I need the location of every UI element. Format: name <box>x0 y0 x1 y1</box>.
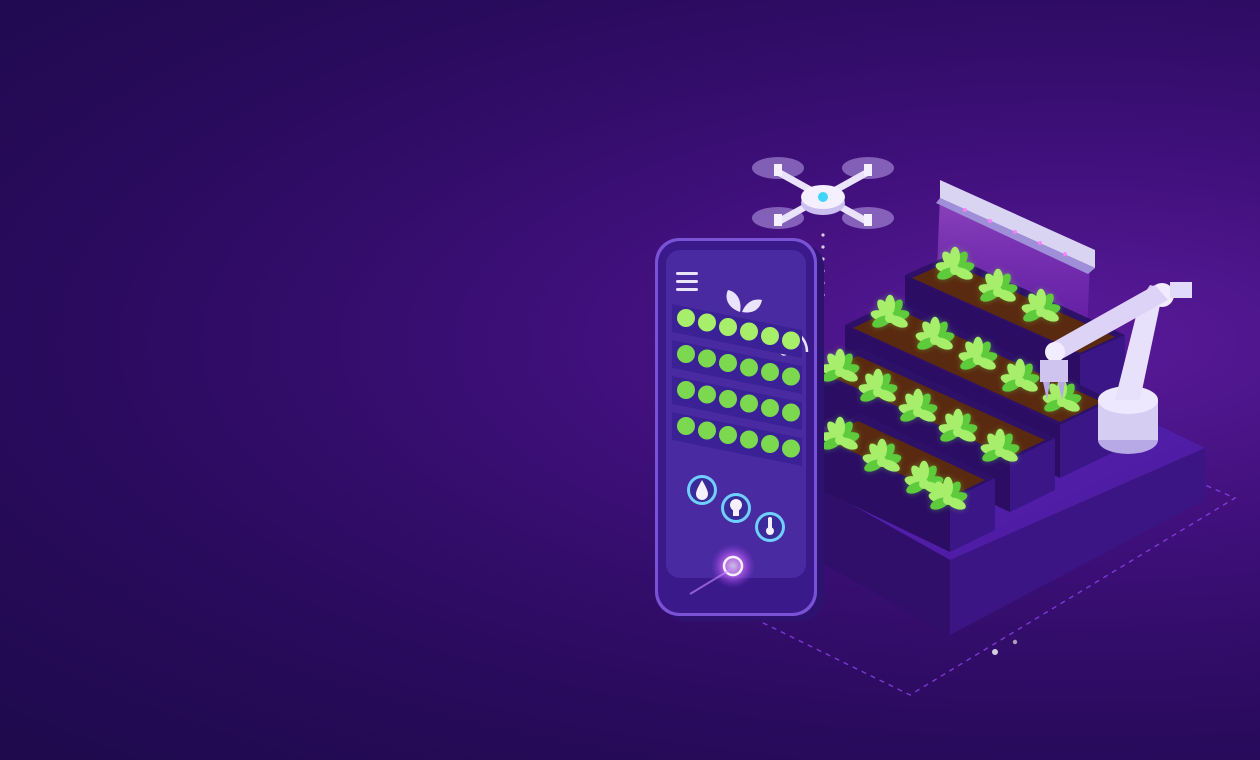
status-dot <box>719 426 737 444</box>
status-dot <box>782 439 800 458</box>
status-dot <box>677 381 695 399</box>
status-dot <box>677 309 695 327</box>
farm-illustration <box>655 157 1237 696</box>
status-dot <box>698 421 716 440</box>
status-dot <box>719 390 737 408</box>
status-dot <box>761 363 779 381</box>
status-dot <box>677 417 695 435</box>
hamburger-menu-icon[interactable] <box>676 272 698 291</box>
status-dot <box>677 345 695 363</box>
status-dot <box>740 322 758 341</box>
status-dot <box>719 318 737 336</box>
status-dot <box>698 385 716 404</box>
status-dot <box>761 435 779 453</box>
status-dot <box>782 403 800 422</box>
status-dot <box>761 399 779 417</box>
status-dot <box>782 331 800 350</box>
status-dot <box>740 358 758 377</box>
smart-farm-scene <box>0 0 1260 760</box>
status-dot <box>698 349 716 368</box>
status-dot <box>698 313 716 332</box>
light-bulb-icon[interactable] <box>721 493 751 523</box>
status-dot <box>761 327 779 345</box>
status-dot <box>740 394 758 413</box>
phone <box>655 238 824 621</box>
status-dot <box>782 367 800 386</box>
water-drop-icon[interactable] <box>687 475 717 505</box>
thermometer-icon[interactable] <box>755 512 785 542</box>
status-dot <box>740 430 758 449</box>
status-dot <box>719 354 737 372</box>
